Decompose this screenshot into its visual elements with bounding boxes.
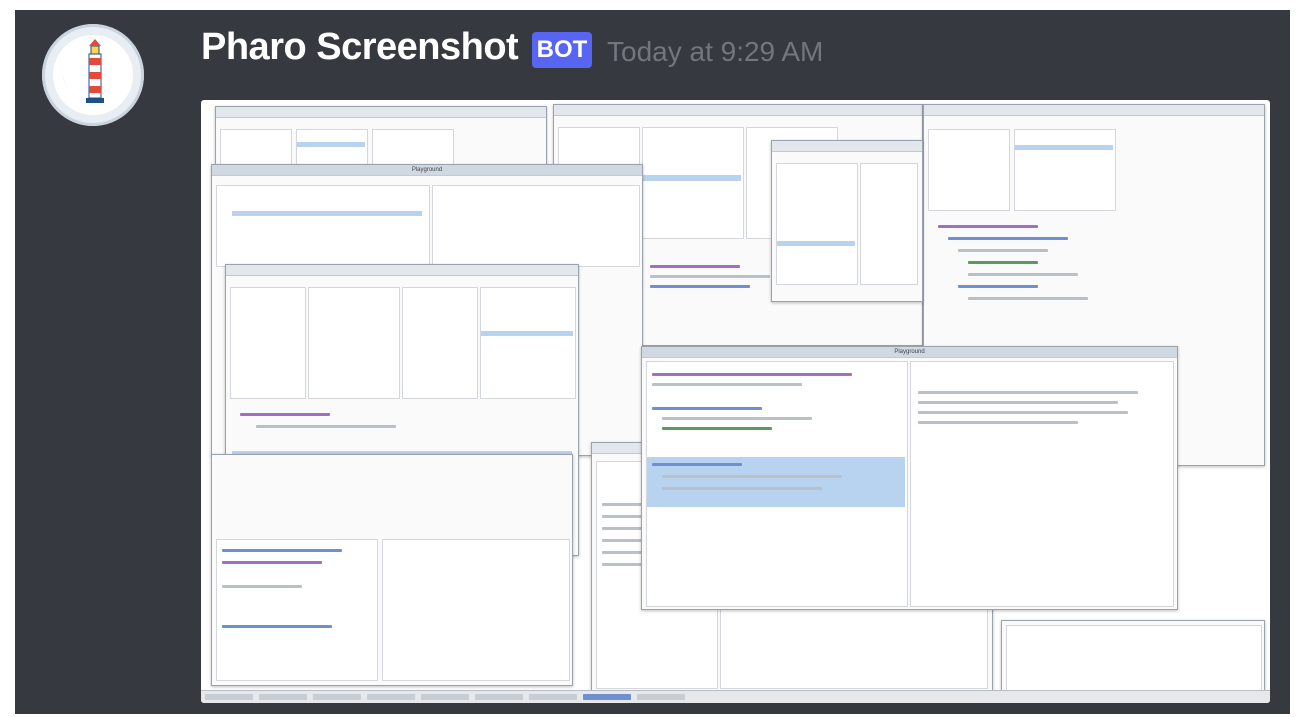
message-timestamp[interactable]: Today at 9:29 AM <box>607 36 823 68</box>
lighthouse-icon <box>53 35 133 115</box>
pharo-window <box>771 140 923 302</box>
bot-badge: BOT <box>532 32 592 68</box>
avatar[interactable] <box>42 24 144 126</box>
pharo-window <box>211 454 573 686</box>
playground-window: Playground <box>641 346 1178 610</box>
pharo-window <box>1001 620 1265 698</box>
author-name[interactable]: Pharo Screenshot <box>201 26 519 69</box>
screenshot-attachment[interactable]: Playground Playground <box>201 100 1270 703</box>
chat-message: Pharo Screenshot BOT Today at 9:29 AM Pl… <box>15 10 1290 714</box>
pharo-taskbar <box>201 690 1270 703</box>
